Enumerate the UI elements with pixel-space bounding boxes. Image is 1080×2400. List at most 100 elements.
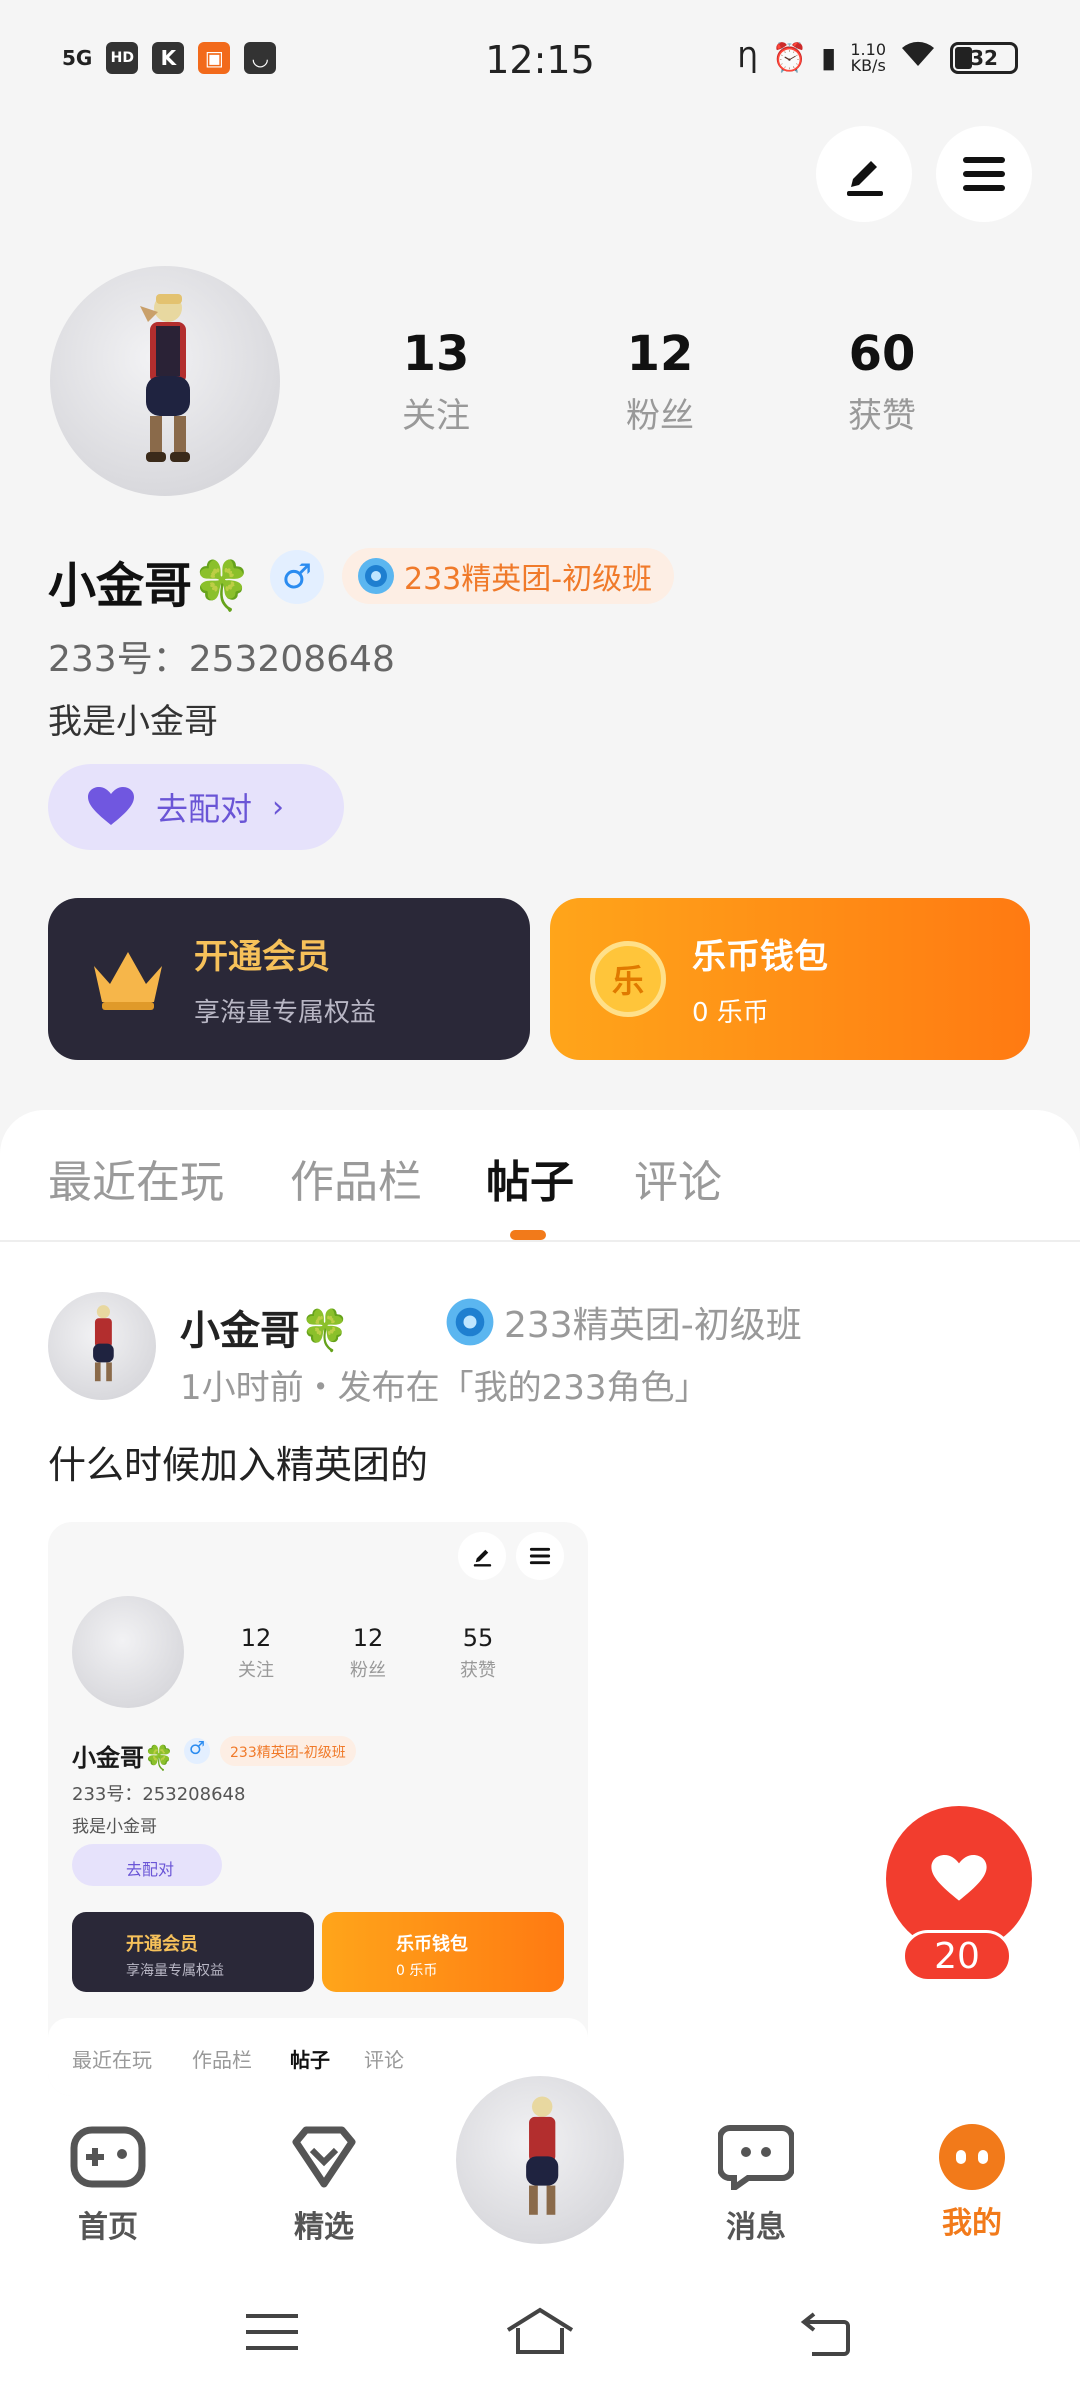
stat-followers[interactable]: 12 粉丝 bbox=[580, 326, 740, 437]
vip-title: 开通会员 bbox=[194, 937, 330, 977]
mini-name: 小金哥🍀 bbox=[72, 1744, 174, 1772]
post-image[interactable]: 12 关注 12 粉丝 55 获赞 小金哥🍀 ♂ 233精英团-初级班 233号… bbox=[48, 1522, 588, 2096]
heart-icon bbox=[88, 787, 134, 825]
wallet-title: 乐币钱包 bbox=[692, 937, 828, 977]
pair-button[interactable]: 去配对 › bbox=[48, 764, 344, 850]
following-label: 关注 bbox=[402, 396, 470, 436]
mini-gender-icon: ♂ bbox=[184, 1738, 210, 1764]
mini-uid: 233号：253208648 bbox=[72, 1784, 246, 1805]
stat-following[interactable]: 13 关注 bbox=[356, 326, 516, 437]
edit-profile-button[interactable] bbox=[816, 126, 912, 222]
gamepad-icon bbox=[70, 2126, 146, 2188]
status-right-icons: Ƞ ⏰ ▮ 1.10 KB/s 32 bbox=[737, 40, 1018, 75]
tab-comments[interactable]: 评论 bbox=[634, 1146, 722, 1210]
followers-count: 12 bbox=[626, 326, 694, 382]
mini-pair-button: 去配对 bbox=[72, 1844, 222, 1886]
network-speed: 1.10 KB/s bbox=[850, 41, 886, 75]
mini-vip-title: 开通会员 bbox=[126, 1934, 198, 1955]
vip-card[interactable]: 开通会员 享海量专属权益 bbox=[48, 898, 530, 1060]
followers-label: 粉丝 bbox=[626, 396, 694, 436]
following-count: 13 bbox=[402, 326, 470, 382]
mini-tab-2: 帖子 bbox=[290, 2048, 330, 2072]
character-figure bbox=[140, 294, 190, 462]
speed-unit: KB/s bbox=[850, 55, 886, 75]
male-gender-icon: ♂ bbox=[270, 550, 324, 604]
vibrate-icon: ▮ bbox=[820, 41, 837, 74]
mini-following-count: 12 bbox=[240, 1624, 272, 1652]
post-author-avatar[interactable] bbox=[48, 1292, 156, 1400]
likes-label: 获赞 bbox=[848, 396, 916, 436]
tab-posts[interactable]: 帖子 bbox=[486, 1146, 574, 1210]
nav-messages-label: 消息 bbox=[726, 2210, 786, 2245]
recent-apps-button[interactable] bbox=[244, 2310, 300, 2358]
nav-me[interactable]: 我的 bbox=[912, 2124, 1032, 2242]
badge-medal-icon bbox=[358, 558, 394, 594]
mini-bio: 我是小金哥 bbox=[72, 1817, 157, 1837]
user-id: 233号：253208648 bbox=[48, 639, 395, 680]
home-button[interactable] bbox=[504, 2306, 576, 2360]
crown-icon bbox=[94, 952, 162, 1010]
wallet-balance: 0 乐币 bbox=[692, 998, 769, 1028]
profile-name: 小金哥🍀 bbox=[48, 558, 252, 614]
post-author-name[interactable]: 小金哥🍀 bbox=[180, 1298, 350, 1356]
menu-button[interactable] bbox=[936, 126, 1032, 222]
mini-pen-icon bbox=[458, 1532, 506, 1580]
active-tab-indicator bbox=[510, 1230, 546, 1240]
mini-followers-count: 12 bbox=[352, 1624, 384, 1652]
nav-messages[interactable]: 消息 bbox=[696, 2124, 816, 2246]
mini-avatar bbox=[72, 1596, 184, 1708]
nfc-icon: Ƞ bbox=[737, 41, 759, 74]
nav-featured-label: 精选 bbox=[294, 2210, 354, 2245]
hamburger-icon bbox=[963, 157, 1005, 191]
nav-featured[interactable]: 精选 bbox=[264, 2124, 384, 2246]
post-meta: 1小时前・发布在「我的233角色」 bbox=[180, 1368, 709, 1408]
mini-badge: 233精英团-初级班 bbox=[220, 1736, 356, 1766]
mini-tab-1: 作品栏 bbox=[192, 2048, 252, 2072]
pair-label: 去配对 bbox=[156, 790, 253, 828]
heart-gem-icon bbox=[292, 2126, 356, 2188]
post-text: 什么时候加入精英团的 bbox=[48, 1443, 429, 1487]
wallet-card[interactable]: 乐 乐币钱包 0 乐币 bbox=[550, 898, 1030, 1060]
post-badge-label: 233精英团-初级班 bbox=[504, 1305, 802, 1346]
elite-badge[interactable]: 233精英团-初级班 bbox=[342, 548, 675, 604]
tabs-divider bbox=[0, 1240, 1080, 1242]
vip-subtitle: 享海量专属权益 bbox=[194, 998, 377, 1028]
badge-medal-icon bbox=[446, 1298, 494, 1346]
heart-icon bbox=[931, 1855, 987, 1901]
nav-center-avatar[interactable] bbox=[456, 2076, 624, 2244]
mini-wallet-sub: 0 乐币 bbox=[396, 1963, 438, 1979]
like-count: 20 bbox=[902, 1930, 1012, 1982]
nav-home[interactable]: 首页 bbox=[48, 2124, 168, 2246]
nav-me-label: 我的 bbox=[942, 2206, 1002, 2241]
mini-followers-label: 粉丝 bbox=[350, 1660, 386, 1681]
tab-recently-played[interactable]: 最近在玩 bbox=[48, 1146, 224, 1210]
recents-icon bbox=[246, 2314, 298, 2350]
battery-indicator: 32 bbox=[950, 41, 1018, 74]
post-author-badge[interactable]: 233精英团-初级班 bbox=[444, 1296, 802, 1348]
coin-icon: 乐 bbox=[590, 941, 666, 1017]
nav-home-label: 首页 bbox=[78, 2210, 138, 2245]
user-bio: 我是小金哥 bbox=[48, 702, 218, 742]
character-figure bbox=[526, 2096, 559, 2215]
mini-tab-0: 最近在玩 bbox=[72, 2048, 152, 2072]
me-icon bbox=[939, 2124, 1005, 2190]
mini-following-label: 关注 bbox=[238, 1660, 274, 1681]
stat-likes[interactable]: 60 获赞 bbox=[802, 326, 962, 437]
mini-likes-count: 55 bbox=[462, 1624, 494, 1652]
profile-avatar[interactable] bbox=[50, 266, 280, 496]
character-figure bbox=[93, 1305, 114, 1382]
mini-wallet-title: 乐币钱包 bbox=[396, 1934, 468, 1955]
chevron-right-icon: › bbox=[272, 789, 285, 825]
tab-works[interactable]: 作品栏 bbox=[290, 1146, 422, 1210]
likes-count: 60 bbox=[848, 326, 916, 382]
alarm-icon: ⏰ bbox=[772, 41, 807, 74]
mini-hamburger-icon bbox=[516, 1532, 564, 1580]
back-button[interactable] bbox=[796, 2310, 852, 2360]
chat-icon bbox=[717, 2125, 795, 2194]
mini-vip-sub: 享海量专属权益 bbox=[126, 1963, 224, 1979]
wifi-icon bbox=[900, 40, 936, 75]
mini-tab-3: 评论 bbox=[364, 2048, 404, 2072]
pen-icon bbox=[847, 161, 883, 196]
back-icon bbox=[800, 2312, 850, 2356]
mini-likes-label: 获赞 bbox=[460, 1660, 496, 1681]
